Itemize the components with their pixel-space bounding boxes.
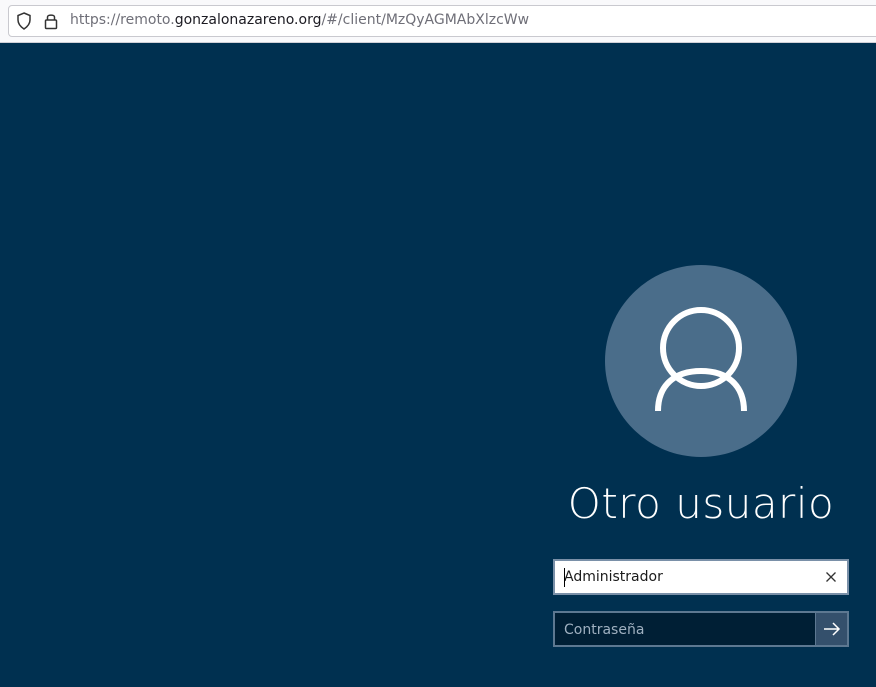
arrow-right-icon [824,622,841,636]
lock-icon[interactable] [44,12,58,30]
text-caret [564,568,565,587]
user-icon [655,307,747,412]
url-prefix: https://remoto. [70,12,175,28]
password-field[interactable]: Contraseña [553,611,849,647]
browser-toolbar: https://remoto.gonzalonazareno.org/#/cli… [0,0,876,43]
user-avatar [605,265,797,457]
password-placeholder: Contraseña [564,622,645,638]
shield-icon[interactable] [16,12,32,30]
submit-button[interactable] [815,613,847,645]
login-title: Otro usuario [567,479,835,528]
url-suffix: /#/client/MzQyAGMAbXlzcWw [321,12,530,28]
url-text[interactable]: https://remoto.gonzalonazareno.org/#/cli… [70,12,529,28]
url-domain: gonzalonazareno.org [174,12,322,28]
username-value[interactable]: Administrador [564,569,663,585]
username-field[interactable]: Administrador [553,559,849,595]
close-icon[interactable] [823,569,839,585]
